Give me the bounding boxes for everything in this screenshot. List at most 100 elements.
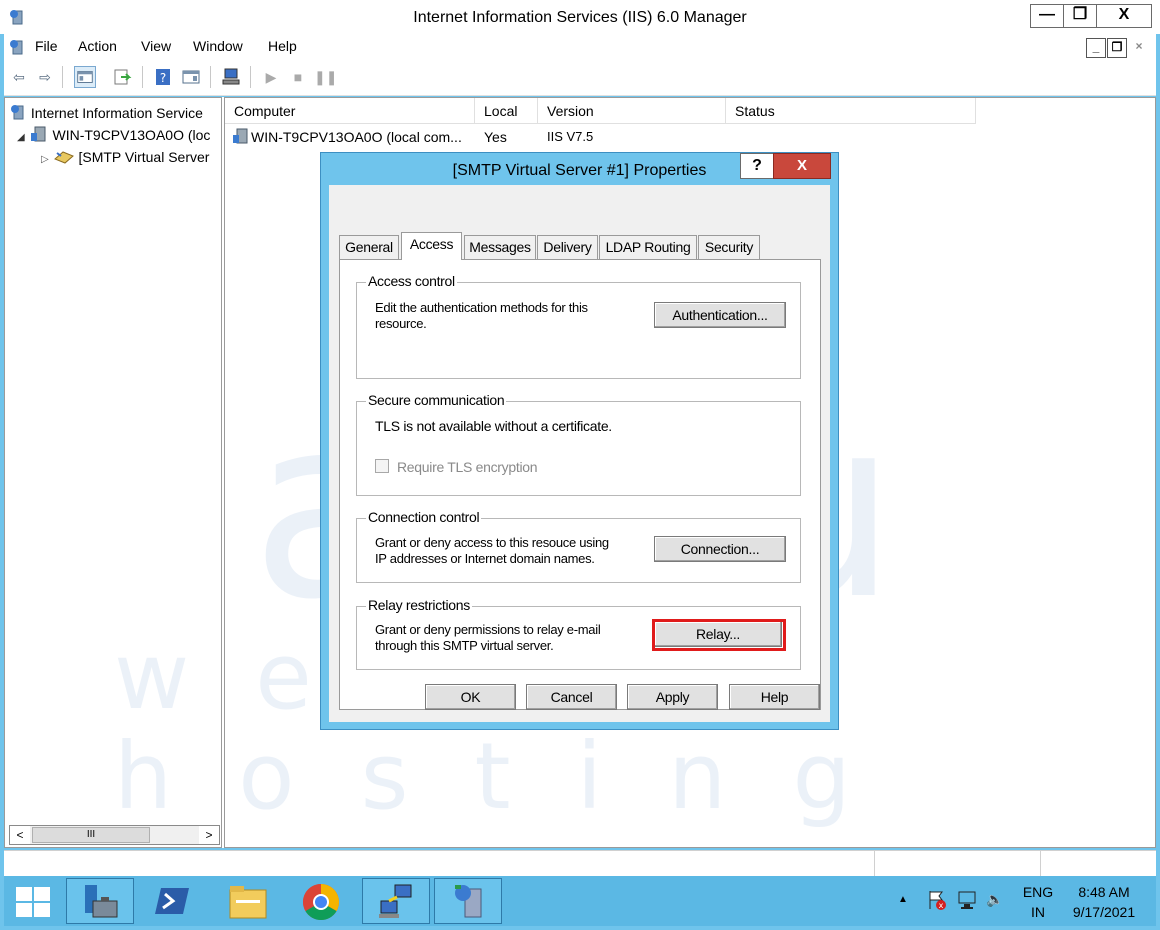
toolbar-separator: [210, 66, 211, 88]
network-computers-icon: [379, 884, 412, 918]
taskbar: ▲ x 🔈 ENG IN 8:48 AM 9/17/2021: [4, 876, 1156, 926]
forward-arrow-icon[interactable]: ⇨: [34, 66, 56, 88]
relay-button-highlight: [652, 619, 786, 651]
pause-icon[interactable]: ❚❚: [314, 66, 337, 88]
smtp-server-icon: [53, 151, 74, 164]
close-button[interactable]: X: [1096, 4, 1152, 28]
tls-unavailable-text: TLS is not available without a certifica…: [375, 418, 612, 434]
taskbar-iis-manager[interactable]: [434, 878, 502, 924]
show-hide-console-tree-icon[interactable]: [74, 66, 96, 88]
volume-icon[interactable]: 🔈: [986, 891, 1003, 908]
connection-control-description: Grant or deny access to this resouce usi…: [375, 535, 609, 567]
svg-text:x: x: [939, 901, 944, 910]
access-control-label: Access control: [366, 273, 457, 289]
dialog-close-button[interactable]: X: [773, 153, 831, 179]
action-center-flag-icon[interactable]: x: [926, 889, 948, 911]
toolbar-separator: [142, 66, 143, 88]
expand-triangle-icon[interactable]: ▷: [41, 154, 49, 165]
server-icon: [30, 126, 46, 142]
region-code: IN: [1031, 904, 1045, 920]
connection-text-line1: Grant or deny access to this resouce usi…: [375, 535, 609, 550]
menu-bar: File Action View Window Help: [4, 34, 1156, 60]
language-indicator[interactable]: ENG IN: [1022, 882, 1054, 922]
menu-window[interactable]: Window: [193, 38, 243, 54]
collapse-triangle-icon[interactable]: ◢: [17, 132, 25, 143]
scroll-right-arrow[interactable]: >: [199, 826, 219, 844]
network-icon[interactable]: [956, 889, 978, 911]
toolbar: ⇦ ⇨ ? ▶ ■ ❚❚: [4, 60, 1156, 96]
scroll-left-arrow[interactable]: <: [10, 826, 30, 844]
tab-access[interactable]: Access: [401, 232, 462, 260]
tab-ldap-routing[interactable]: LDAP Routing: [599, 235, 697, 259]
language-code: ENG: [1022, 884, 1054, 900]
menu-file[interactable]: File: [35, 38, 58, 54]
column-header-version[interactable]: Version: [538, 98, 726, 124]
tree-node-smtp[interactable]: ▷ [SMTP Virtual Server: [41, 147, 221, 165]
status-divider: [1040, 851, 1041, 877]
table-row[interactable]: WIN-T9CPV13OA0O (local com...: [231, 126, 475, 148]
properties-pane-icon[interactable]: [180, 66, 202, 88]
taskbar-powershell[interactable]: [137, 878, 205, 924]
cell-version: IIS V7.5: [547, 129, 594, 144]
taskbar-server-manager[interactable]: [66, 878, 134, 924]
taskbar-file-explorer[interactable]: [214, 878, 282, 924]
menu-view[interactable]: View: [141, 38, 171, 54]
connection-button[interactable]: Connection...: [654, 536, 786, 562]
column-header-computer[interactable]: Computer: [225, 98, 475, 124]
tab-messages[interactable]: Messages: [464, 235, 536, 259]
help-button[interactable]: Help: [729, 684, 820, 710]
connect-computer-icon[interactable]: [220, 66, 242, 88]
connection-control-group: Connection control Grant or deny access …: [356, 509, 801, 583]
console-tree: Internet Information Service ◢ WIN-T9CPV…: [4, 97, 222, 848]
iis-root-icon: [11, 105, 24, 120]
access-control-text-line1: Edit the authentication methods for this: [375, 300, 588, 315]
tree-label-root: Internet Information Service: [30, 105, 203, 121]
column-header-status[interactable]: Status: [726, 98, 976, 124]
mdi-minimize-button[interactable]: _: [1086, 38, 1106, 58]
show-hidden-icons-button[interactable]: ▲: [898, 894, 908, 905]
back-arrow-icon[interactable]: ⇦: [8, 66, 30, 88]
relay-description: Grant or deny permissions to relay e-mai…: [375, 622, 601, 654]
tree-node-root[interactable]: Internet Information Service: [9, 103, 221, 121]
start-icon[interactable]: ▶: [260, 66, 282, 88]
smtp-properties-dialog: [SMTP Virtual Server #1] Properties ? X …: [320, 152, 839, 730]
clock[interactable]: 8:48 AM 9/17/2021: [1064, 882, 1144, 922]
column-header-local[interactable]: Local: [475, 98, 538, 124]
mdi-restore-button[interactable]: ❐: [1107, 38, 1127, 58]
cancel-button[interactable]: Cancel: [526, 684, 617, 710]
access-control-group: Access control Edit the authentication m…: [356, 273, 801, 379]
secure-communication-label: Secure communication: [366, 392, 507, 408]
tab-general[interactable]: General: [339, 235, 399, 259]
maximize-button[interactable]: ❐: [1063, 4, 1097, 28]
menu-help[interactable]: Help: [268, 38, 297, 54]
access-tab-page: Access control Edit the authentication m…: [339, 259, 821, 710]
tab-security[interactable]: Security: [698, 235, 760, 259]
tree-horizontal-scrollbar[interactable]: < III >: [9, 825, 220, 845]
taskbar-network-app[interactable]: [362, 878, 430, 924]
powershell-icon: [155, 888, 189, 914]
require-tls-checkbox[interactable]: [375, 459, 389, 473]
relay-restrictions-group: Relay restrictions Grant or deny permiss…: [356, 597, 801, 670]
title-bar: Internet Information Services (IIS) 6.0 …: [0, 0, 1160, 34]
stop-icon[interactable]: ■: [287, 66, 309, 88]
start-button[interactable]: [4, 878, 64, 924]
clock-time: 8:48 AM: [1078, 884, 1130, 900]
minimize-button[interactable]: —: [1030, 4, 1064, 28]
access-control-description: Edit the authentication methods for this…: [375, 300, 588, 332]
authentication-button[interactable]: Authentication...: [654, 302, 786, 328]
mmc-menu-icon[interactable]: [8, 38, 26, 56]
taskbar-chrome[interactable]: [288, 878, 356, 924]
export-list-icon[interactable]: [112, 66, 134, 88]
scroll-thumb[interactable]: III: [32, 827, 150, 843]
iis-manager-icon: [455, 885, 482, 918]
windows-logo-icon: [16, 887, 50, 917]
mdi-close-button[interactable]: ×: [1129, 38, 1149, 58]
iis-manager-window: Internet Information Services (IIS) 6.0 …: [0, 0, 1160, 930]
dialog-help-button[interactable]: ?: [740, 153, 774, 179]
menu-action[interactable]: Action: [78, 38, 117, 54]
ok-button[interactable]: OK: [425, 684, 516, 710]
tree-node-server[interactable]: ◢ WIN-T9CPV13OA0O (loc: [17, 125, 221, 143]
tab-delivery[interactable]: Delivery: [537, 235, 598, 259]
help-topic-icon[interactable]: ?: [152, 66, 174, 88]
apply-button[interactable]: Apply: [627, 684, 718, 710]
